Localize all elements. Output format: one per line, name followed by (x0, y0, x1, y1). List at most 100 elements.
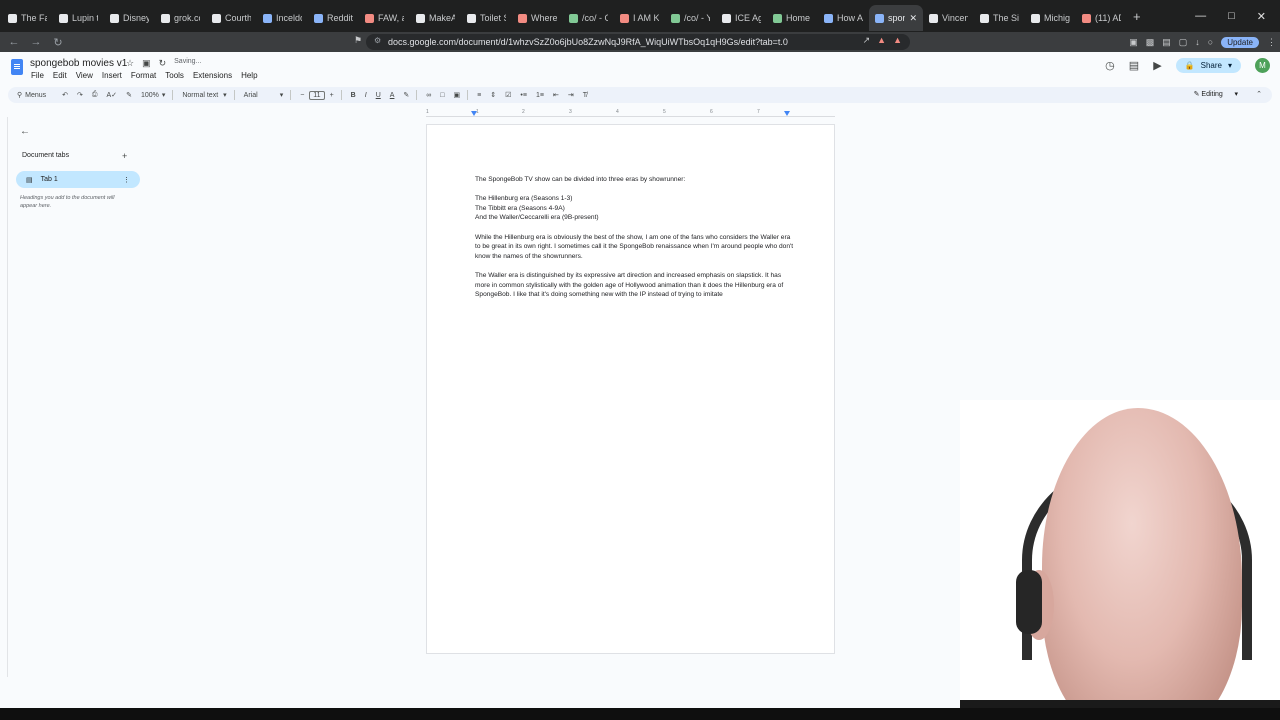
spellcheck-icon[interactable]: A✓ (107, 91, 118, 99)
link-icon[interactable]: ∞ (426, 92, 431, 99)
sidebar-icon[interactable]: ▤ (1162, 37, 1171, 48)
menu-item[interactable]: Format (131, 71, 156, 80)
browser-tab[interactable]: Reddit - It (308, 5, 359, 31)
extension-icon[interactable]: ▣ (1129, 37, 1138, 48)
cloud-sync-icon[interactable]: ↻ (159, 58, 167, 69)
browser-menu-icon[interactable]: ⋮ (1267, 37, 1276, 48)
highlight-icon[interactable]: ✎ (403, 91, 409, 99)
paint-format-icon[interactable]: ✎ (126, 91, 132, 99)
browser-tab[interactable]: Courthous (206, 5, 257, 31)
align-icon[interactable]: ≡ (477, 92, 481, 99)
menus-search[interactable]: Menus (25, 92, 46, 99)
browser-tab[interactable]: Lupin the (53, 5, 104, 31)
meet-icon[interactable]: ▶ (1153, 59, 1161, 72)
comment-icon[interactable]: □ (440, 92, 444, 99)
more-options-icon[interactable]: ⋮ (123, 176, 130, 184)
browser-tab[interactable]: How Adult (818, 5, 869, 31)
zoom-select[interactable]: 100% (141, 92, 159, 99)
checklist-icon[interactable]: ☑ (505, 91, 511, 99)
italic-icon[interactable]: I (365, 92, 367, 99)
underline-icon[interactable]: U (376, 92, 381, 99)
right-indent-marker[interactable] (784, 111, 790, 116)
numbered-list-icon[interactable]: 1≡ (536, 92, 544, 99)
document-body[interactable]: The SpongeBob TV show can be divided int… (475, 175, 795, 309)
browser-tab[interactable]: The Simps (974, 5, 1025, 31)
line-spacing-icon[interactable]: ⇕ (490, 91, 496, 99)
new-tab-icon[interactable]: + (1133, 9, 1141, 24)
browser-tab[interactable]: grok.com (155, 5, 206, 31)
redo-icon[interactable]: ↷ (77, 91, 83, 99)
menu-item[interactable]: View (76, 71, 93, 80)
browser-tab[interactable]: The Fairly (2, 5, 53, 31)
wallet-icon[interactable]: ▢ (1179, 37, 1188, 48)
back-arrow-icon[interactable]: ← (20, 126, 30, 137)
reload-icon[interactable]: ↻ (50, 36, 66, 49)
browser-tab[interactable]: Where did (512, 5, 563, 31)
style-select[interactable]: Normal text (182, 92, 218, 99)
browser-tab[interactable]: (11) ADGt (1076, 5, 1127, 31)
update-button[interactable]: Update (1221, 36, 1259, 48)
close-window-icon[interactable]: ✕ (1257, 10, 1266, 23)
version-history-icon[interactable]: ◷ (1105, 59, 1115, 72)
menu-item[interactable]: File (31, 71, 44, 80)
browser-tab[interactable]: Disney an (104, 5, 155, 31)
browser-tab[interactable]: spong✕ (869, 5, 923, 31)
font-select[interactable]: Arial (244, 92, 258, 99)
bold-icon[interactable]: B (351, 92, 356, 99)
back-icon[interactable]: ← (6, 36, 22, 48)
rewards-icon[interactable]: ▲ (893, 35, 902, 46)
search-icon[interactable]: ⚲ (17, 91, 22, 99)
avatar[interactable]: M (1255, 58, 1270, 73)
browser-tab[interactable]: ICE Agents (716, 5, 767, 31)
menu-item[interactable]: Edit (53, 71, 67, 80)
url-input[interactable]: ⚙ docs.google.com/document/d/1whzvSzZ0o6… (366, 34, 910, 50)
browser-tab[interactable]: /co/ - You (665, 5, 716, 31)
add-tab-icon[interactable]: + (122, 151, 127, 161)
browser-tab[interactable]: I AM Kyle (614, 5, 665, 31)
minimize-icon[interactable]: — (1195, 10, 1206, 22)
menu-item[interactable]: Extensions (193, 71, 232, 80)
increase-font-icon[interactable]: + (330, 92, 334, 99)
brave-shield-icon[interactable]: ▲ (877, 35, 886, 46)
share-button[interactable]: 🔒 Share ▾ (1175, 58, 1241, 73)
download-icon[interactable]: ↓ (1195, 37, 1200, 47)
browser-tab[interactable]: FAW, a wa (359, 5, 410, 31)
document-page[interactable]: The SpongeBob TV show can be divided int… (426, 124, 835, 654)
maximize-icon[interactable]: □ (1228, 10, 1235, 22)
puzzle-icon[interactable]: ▩ (1146, 37, 1155, 48)
profile-icon[interactable]: ○ (1208, 37, 1213, 47)
menu-item[interactable]: Help (241, 71, 257, 80)
close-tab-icon[interactable]: ✕ (909, 13, 917, 24)
decrease-font-icon[interactable]: − (300, 92, 304, 99)
bullet-list-icon[interactable]: •≡ (520, 92, 527, 99)
editing-mode-select[interactable]: ✎ Editing ▾ (1194, 90, 1238, 98)
horizontal-ruler[interactable]: 1 1 2 3 4 5 6 7 (426, 109, 835, 117)
move-folder-icon[interactable]: ▣ (142, 58, 151, 69)
browser-tab[interactable]: /co/ - One (563, 5, 614, 31)
site-info-icon[interactable]: ⚙ (374, 36, 381, 45)
comments-icon[interactable]: ▤ (1129, 59, 1139, 72)
forward-icon[interactable]: → (28, 36, 44, 48)
tab-1[interactable]: ▤ Tab 1 ⋮ (16, 171, 140, 188)
browser-tab[interactable]: MakeAvan (410, 5, 461, 31)
collapse-toolbar-icon[interactable]: ⌃ (1256, 90, 1262, 98)
share-page-icon[interactable]: ↗ (863, 35, 871, 46)
bookmark-icon[interactable]: ⚑ (354, 35, 362, 46)
text-color-icon[interactable]: A (390, 92, 395, 99)
menu-item[interactable]: Tools (165, 71, 184, 80)
increase-indent-icon[interactable]: ⇥ (568, 91, 574, 99)
clear-formatting-icon[interactable]: T̸ (583, 92, 587, 99)
docs-logo-icon[interactable] (11, 59, 23, 75)
browser-tab[interactable]: Home - Gi (767, 5, 818, 31)
browser-tab[interactable]: Michigan (1025, 5, 1076, 31)
browser-tab[interactable]: Toilet Seat (461, 5, 512, 31)
undo-icon[interactable]: ↶ (62, 91, 68, 99)
star-icon[interactable]: ☆ (126, 58, 134, 69)
menu-item[interactable]: Insert (102, 71, 122, 80)
image-icon[interactable]: ▣ (454, 91, 461, 99)
font-size-input[interactable]: 11 (309, 90, 325, 100)
browser-tab[interactable]: Inceldom (257, 5, 308, 31)
decrease-indent-icon[interactable]: ⇤ (553, 91, 559, 99)
print-icon[interactable]: ⎙ (92, 91, 98, 99)
browser-tab[interactable]: Vincent W (923, 5, 974, 31)
